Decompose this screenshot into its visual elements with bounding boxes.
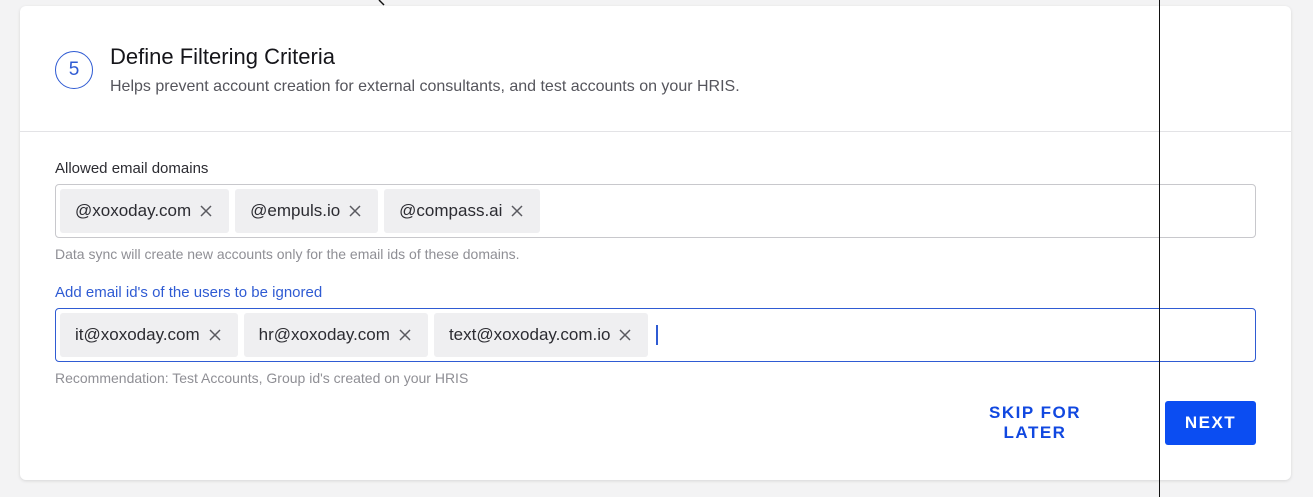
- step-number-badge: 5: [55, 51, 93, 89]
- next-button[interactable]: NEXT: [1165, 401, 1256, 445]
- chip-label: hr@xoxoday.com: [258, 325, 390, 344]
- domain-chip: @compass.ai: [384, 189, 541, 233]
- close-icon[interactable]: [510, 204, 524, 218]
- page-subtitle: Helps prevent account creation for exter…: [110, 78, 740, 95]
- domain-chip: @xoxoday.com: [60, 189, 230, 233]
- step-header: 5 Define Filtering Criteria Helps preven…: [20, 6, 1291, 132]
- close-icon[interactable]: [199, 204, 213, 218]
- allowed-domains-label: Allowed email domains: [55, 160, 209, 177]
- email-chip: text@xoxoday.com.io: [433, 313, 649, 357]
- chip-label: text@xoxoday.com.io: [448, 325, 611, 344]
- text-caret: [656, 325, 659, 345]
- chip-label: @xoxoday.com: [75, 201, 192, 220]
- chip-label: @empuls.io: [250, 201, 341, 220]
- ignored-users-input[interactable]: it@xoxoday.com hr@xoxoday.com text@xoxod…: [55, 308, 1256, 362]
- ignored-users-helper: Recommendation: Test Accounts, Group id'…: [55, 370, 469, 386]
- guide-line: [1159, 0, 1160, 497]
- email-chip: it@xoxoday.com: [60, 313, 238, 357]
- skip-for-later-button[interactable]: SKIP FOR LATER: [950, 401, 1120, 445]
- close-icon[interactable]: [398, 328, 412, 342]
- allowed-domains-helper: Data sync will create new accounts only …: [55, 246, 520, 262]
- close-icon[interactable]: [618, 328, 632, 342]
- chip-label: @compass.ai: [399, 201, 503, 220]
- email-chip: hr@xoxoday.com: [243, 313, 428, 357]
- cursor-icon: [378, 0, 385, 6]
- domain-chip: @empuls.io: [235, 189, 379, 233]
- allowed-domains-input[interactable]: @xoxoday.com @empuls.io @compass.ai: [55, 184, 1256, 238]
- ignored-users-label: Add email id's of the users to be ignore…: [55, 284, 323, 301]
- filtering-criteria-card: 5 Define Filtering Criteria Helps preven…: [20, 6, 1291, 480]
- chip-label: it@xoxoday.com: [75, 325, 200, 344]
- page-title: Define Filtering Criteria: [110, 44, 335, 69]
- close-icon[interactable]: [208, 328, 222, 342]
- close-icon[interactable]: [348, 204, 362, 218]
